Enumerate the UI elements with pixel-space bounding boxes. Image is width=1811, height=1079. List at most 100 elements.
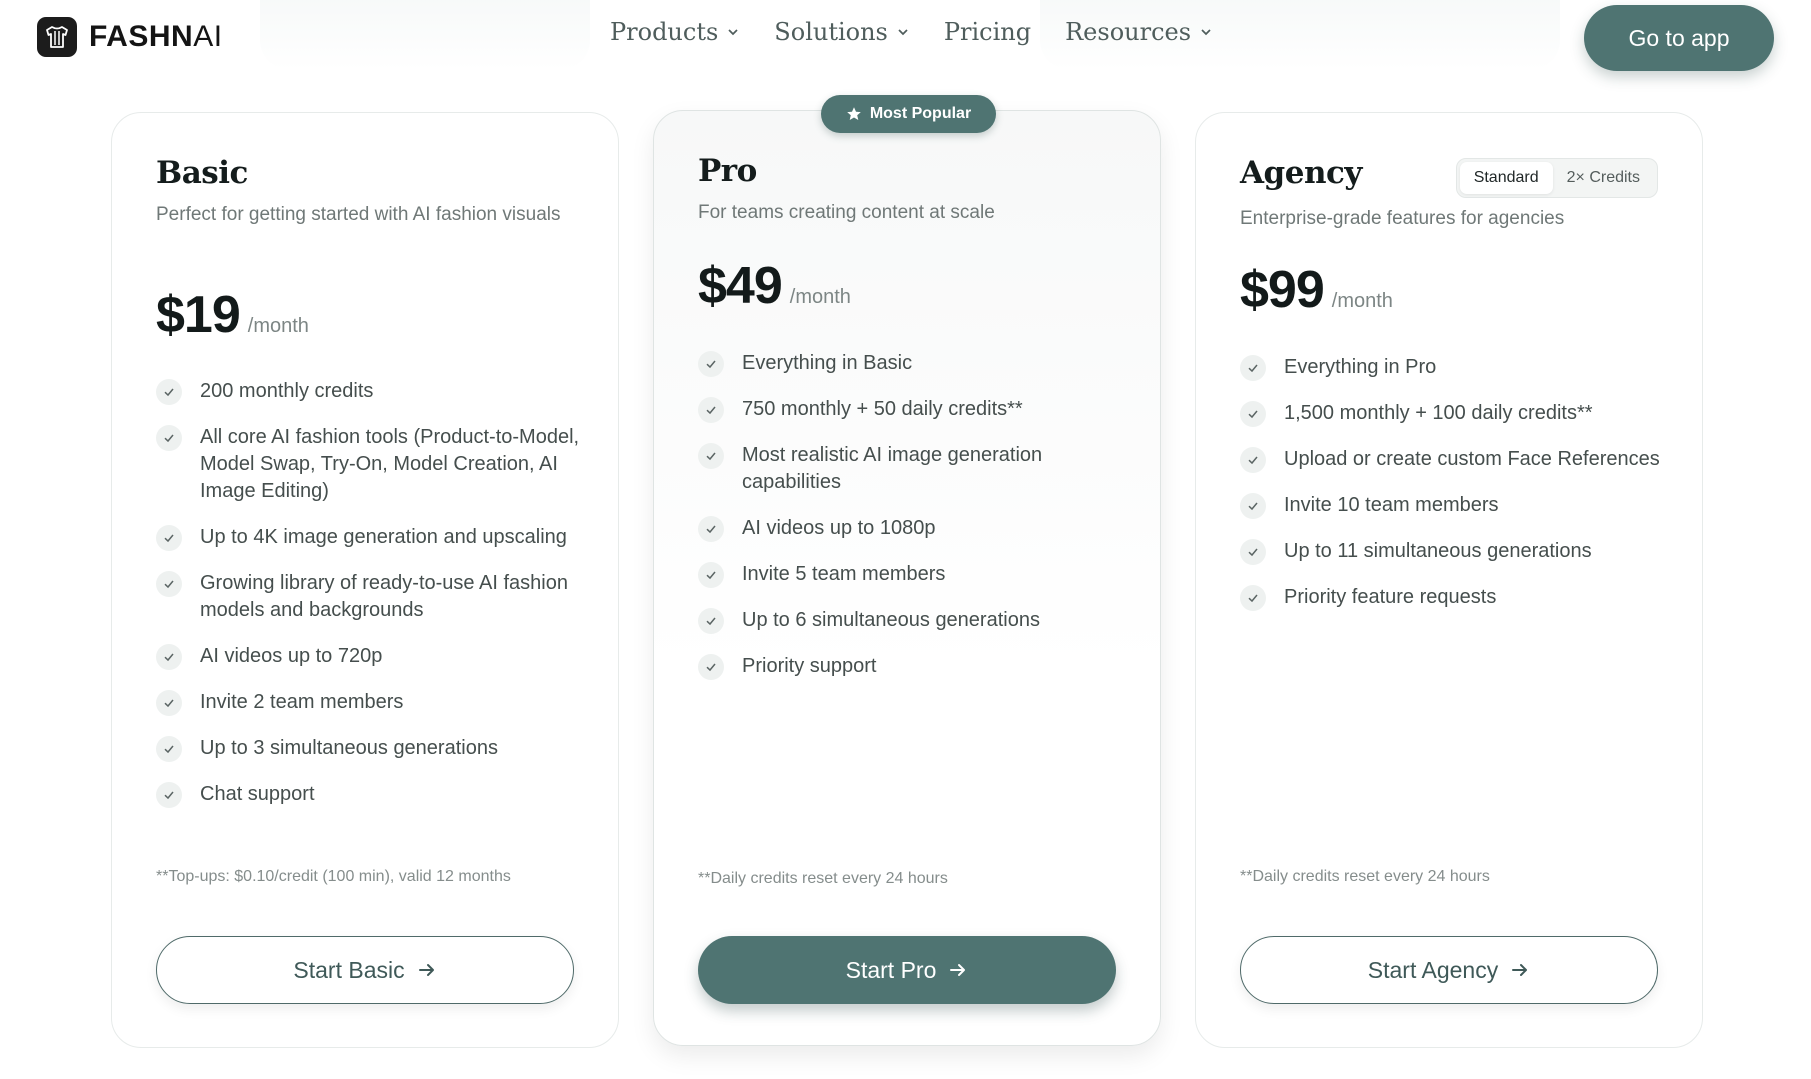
brand-logo[interactable]: FASHNAI	[37, 17, 223, 57]
nav-backdrop	[260, 0, 590, 70]
feature-item: 200 monthly credits	[156, 378, 596, 405]
feature-item: AI videos up to 720p	[156, 643, 596, 670]
chevron-down-icon	[1201, 29, 1211, 36]
most-popular-badge: Most Popular	[821, 95, 996, 133]
price-row: $99 /month	[1240, 260, 1393, 320]
feature-item: Up to 11 simultaneous generations	[1240, 538, 1680, 565]
check-icon	[1240, 355, 1266, 381]
feature-text: 750 monthly + 50 daily credits**	[742, 398, 1023, 420]
feature-item: Everything in Pro	[1240, 354, 1680, 381]
check-icon	[156, 425, 182, 451]
menu-item-resources[interactable]: Resources	[1065, 18, 1213, 46]
toggle-2x-credits[interactable]: 2× Credits	[1553, 162, 1654, 194]
plan-name: Basic	[156, 155, 248, 191]
check-icon	[156, 736, 182, 762]
feature-item: 1,500 monthly + 100 daily credits**	[1240, 400, 1680, 427]
star-icon	[847, 107, 861, 120]
feature-text: Up to 3 simultaneous generations	[200, 737, 498, 759]
feature-text: Most realistic AI image generation capab…	[742, 444, 1043, 493]
chevron-down-icon	[728, 29, 738, 36]
plan-description: Enterprise-grade features for agencies	[1240, 208, 1565, 229]
plan-price: $49	[698, 257, 783, 315]
tshirt-logo-icon	[37, 17, 77, 57]
feature-text: Invite 2 team members	[200, 691, 404, 713]
check-icon	[156, 644, 182, 670]
check-icon	[698, 397, 724, 423]
plan-name: Pro	[698, 153, 757, 189]
cta-label: Start Pro	[845, 956, 937, 983]
feature-text: 1,500 monthly + 100 daily credits**	[1284, 402, 1593, 424]
menu-item-label: Products	[610, 18, 719, 46]
plan-description: Perfect for getting started with AI fash…	[156, 204, 561, 225]
check-icon	[698, 654, 724, 680]
menu-item-label: Resources	[1065, 18, 1192, 46]
feature-text: Priority feature requests	[1284, 586, 1497, 608]
arrow-right-icon	[1512, 964, 1528, 976]
check-icon	[1240, 539, 1266, 565]
feature-text: Priority support	[742, 655, 877, 677]
plan-card-pro: Most Popular Pro For teams creating cont…	[653, 95, 1161, 1046]
price-row: $19 /month	[156, 285, 309, 345]
menu-item-products[interactable]: Products	[610, 18, 740, 46]
plan-price: $19	[156, 286, 241, 344]
menu-item-label: Solutions	[774, 18, 888, 46]
check-icon	[156, 782, 182, 808]
menu-item-label: Pricing	[943, 18, 1032, 46]
menu-item-pricing[interactable]: Pricing	[944, 18, 1031, 46]
start-agency-button[interactable]: Start Agency	[1240, 936, 1658, 1004]
price-row: $49 /month	[698, 256, 851, 316]
plan-price: $99	[1240, 261, 1325, 319]
arrow-right-icon	[950, 964, 966, 976]
start-pro-button[interactable]: Start Pro	[698, 936, 1116, 1004]
feature-text: Chat support	[200, 783, 315, 805]
menu-item-solutions[interactable]: Solutions	[774, 18, 910, 46]
plan-description: For teams creating content at scale	[698, 202, 995, 223]
go-to-app-button[interactable]: Go to app	[1584, 5, 1774, 71]
badge-label: Most Popular	[869, 105, 972, 122]
check-icon	[1240, 447, 1266, 473]
feature-text: Growing library of ready-to-use AI fashi…	[200, 572, 568, 621]
check-icon	[1240, 585, 1266, 611]
check-icon	[698, 351, 724, 377]
feature-text: AI videos up to 720p	[200, 645, 383, 667]
feature-item: All core AI fashion tools (Product-to-Mo…	[156, 424, 596, 505]
feature-text: Up to 4K image generation and upscaling	[200, 526, 567, 548]
feature-text: Upload or create custom Face References	[1284, 448, 1660, 470]
main-menu: Products Solutions Pricing Resources	[610, 18, 1213, 46]
feature-item: Invite 2 team members	[156, 689, 596, 716]
check-icon	[698, 516, 724, 542]
price-period: /month	[1331, 290, 1393, 312]
feature-item: Upload or create custom Face References	[1240, 446, 1680, 473]
brand-name-thin: AI	[193, 20, 223, 53]
arrow-right-icon	[418, 964, 434, 976]
toggle-standard[interactable]: Standard	[1459, 162, 1553, 194]
feature-item: Priority feature requests	[1240, 584, 1680, 611]
price-period: /month	[789, 286, 851, 308]
feature-text: Up to 6 simultaneous generations	[742, 609, 1040, 631]
check-icon	[156, 379, 182, 405]
check-icon	[156, 571, 182, 597]
price-period: /month	[247, 315, 309, 337]
feature-item: Up to 4K image generation and upscaling	[156, 524, 596, 551]
feature-list: 200 monthly credits All core AI fashion …	[156, 378, 596, 827]
feature-text: All core AI fashion tools (Product-to-Mo…	[200, 426, 580, 502]
plan-footnote: **Daily credits reset every 24 hours	[1240, 868, 1490, 885]
feature-text: Invite 10 team members	[1284, 494, 1499, 516]
feature-item: Most realistic AI image generation capab…	[698, 442, 1138, 496]
brand-name: FASHNAI	[89, 20, 223, 54]
feature-item: Chat support	[156, 781, 596, 808]
check-icon	[698, 608, 724, 634]
feature-item: 750 monthly + 50 daily credits**	[698, 396, 1138, 423]
cta-label: Start Basic	[293, 956, 405, 983]
feature-text: Everything in Pro	[1284, 356, 1437, 378]
chevron-down-icon	[898, 29, 908, 36]
brand-name-bold: FASHN	[89, 20, 194, 53]
check-icon	[698, 562, 724, 588]
start-basic-button[interactable]: Start Basic	[156, 936, 574, 1004]
check-icon	[156, 525, 182, 551]
feature-text: 200 monthly credits	[200, 380, 374, 402]
feature-text: Up to 11 simultaneous generations	[1284, 540, 1592, 562]
cta-label: Start Agency	[1367, 956, 1499, 983]
feature-text: AI videos up to 1080p	[742, 517, 936, 539]
feature-text: Invite 5 team members	[742, 563, 946, 585]
